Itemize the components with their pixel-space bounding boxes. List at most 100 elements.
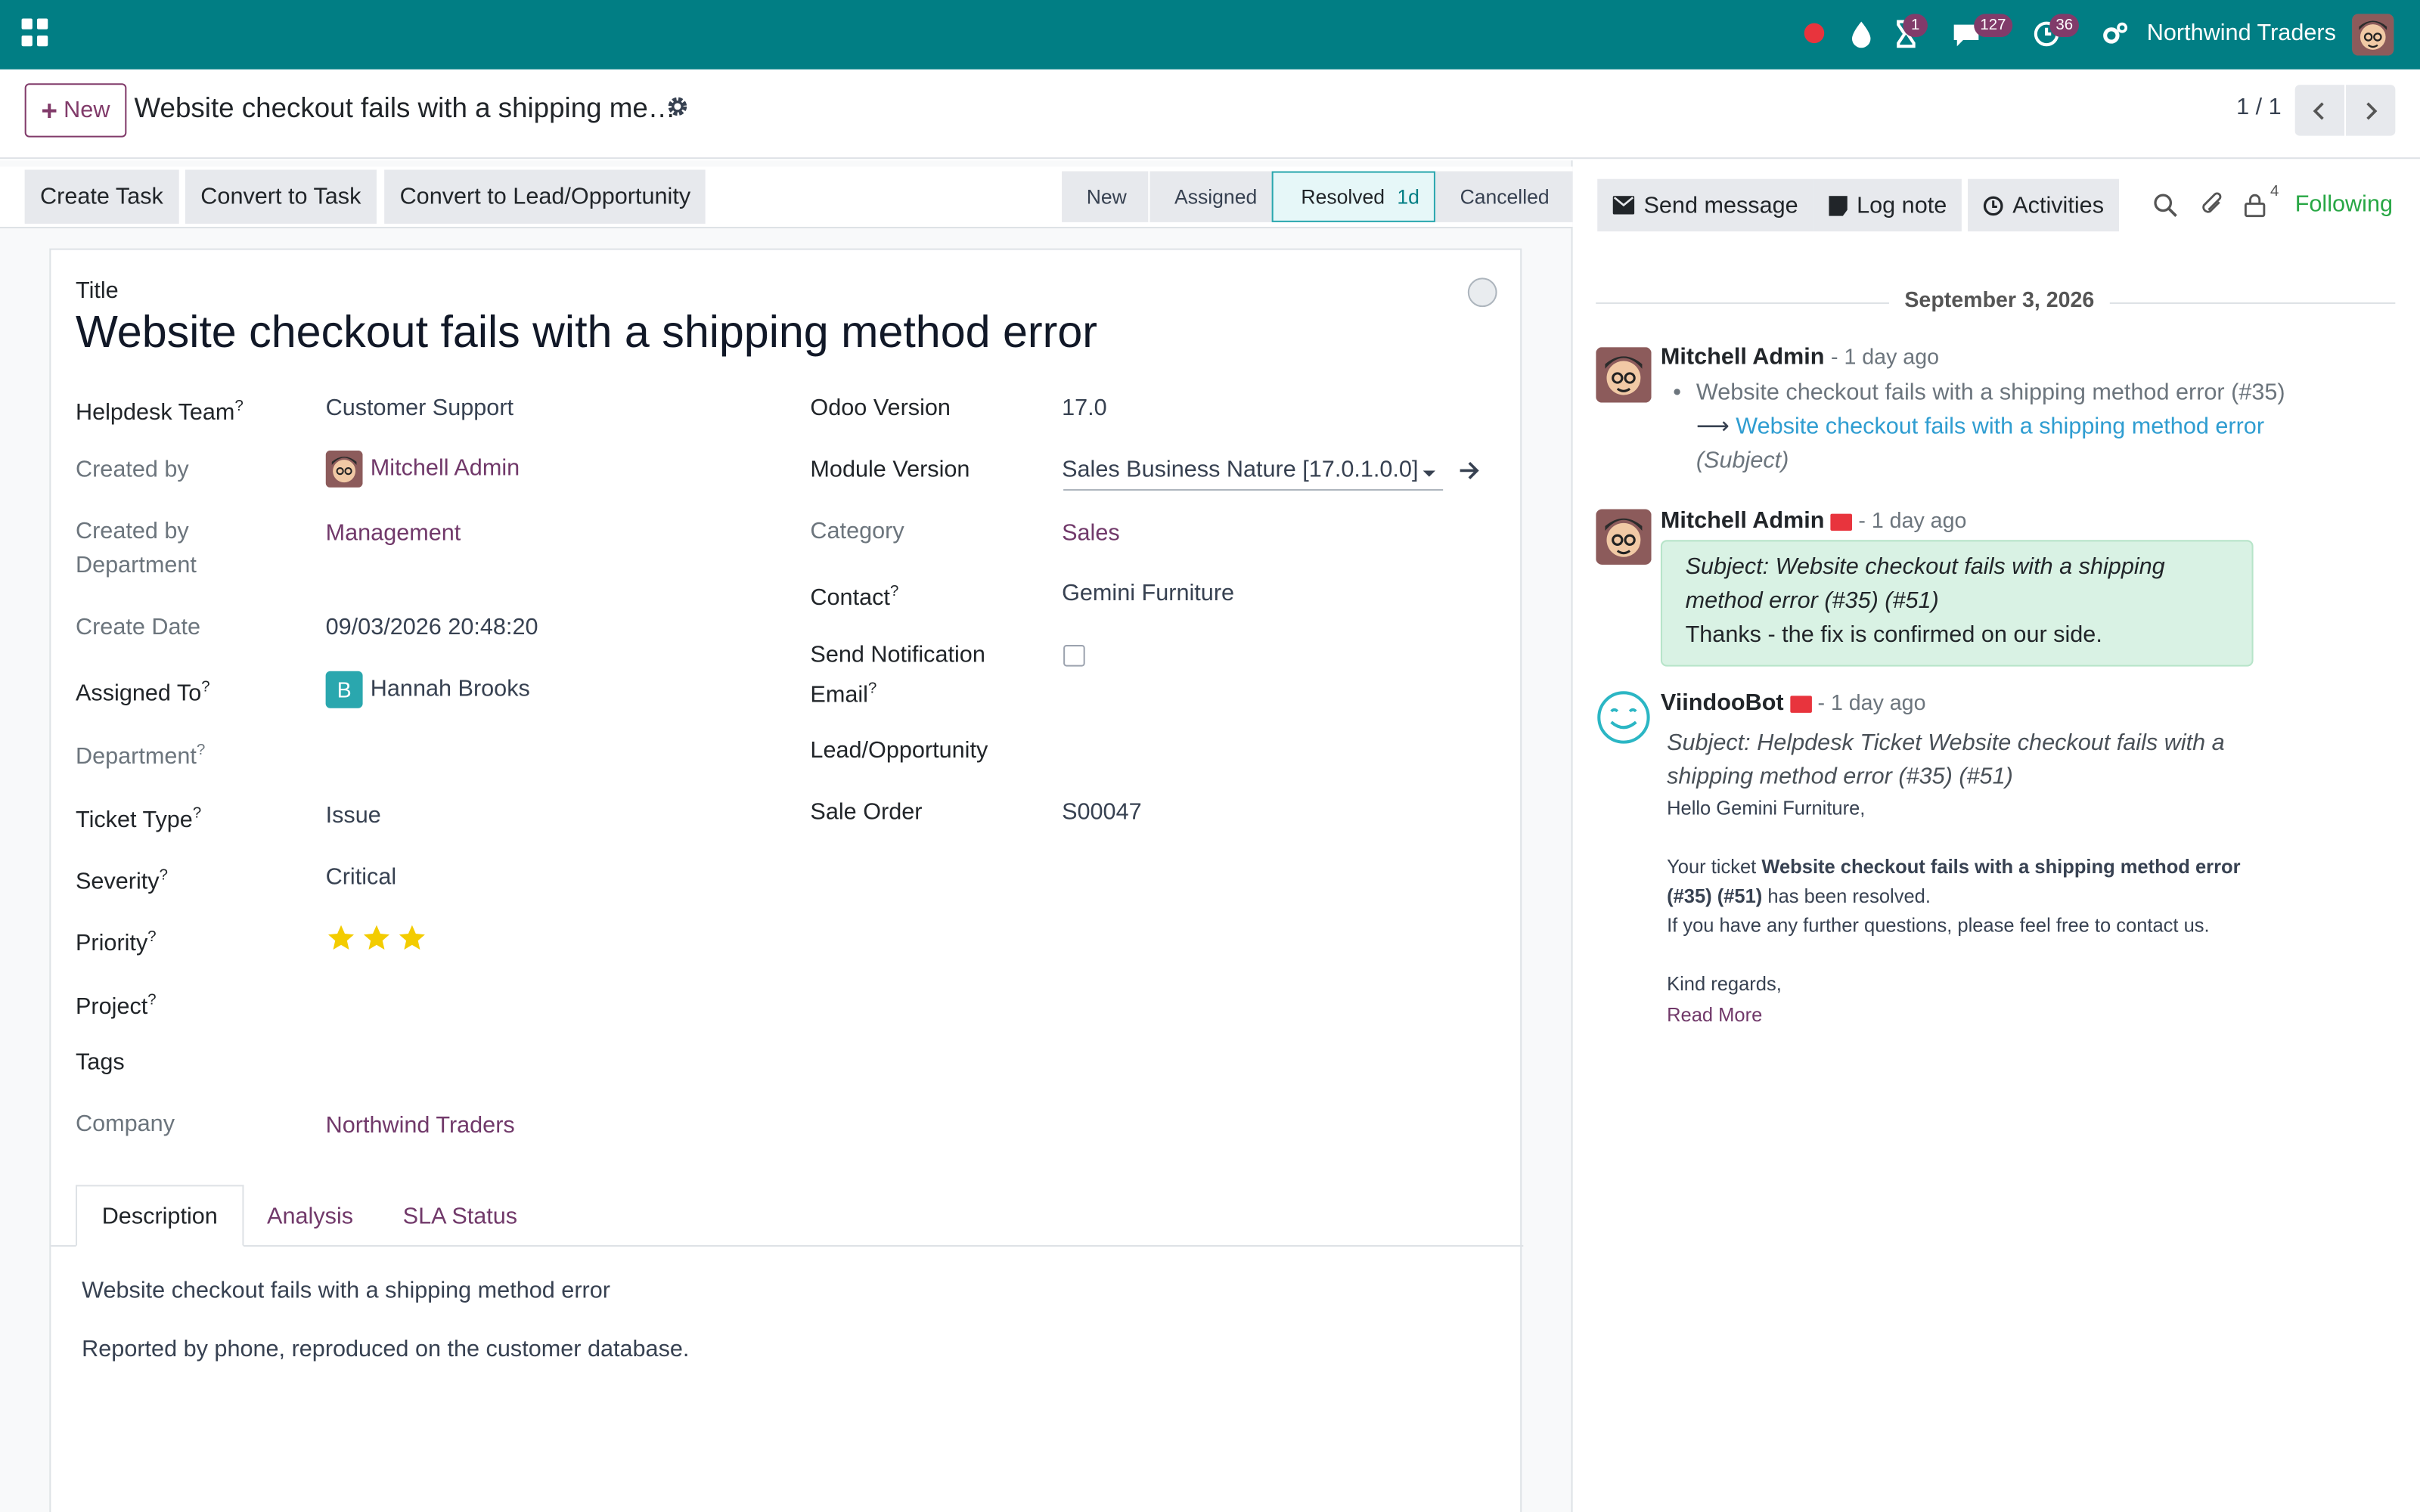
star-icon[interactable] xyxy=(396,922,427,953)
bot-avatar[interactable] xyxy=(1596,689,1651,745)
priority-label-text: Priority xyxy=(76,930,148,957)
internal-link-arrow-icon[interactable] xyxy=(1459,460,1481,482)
project-label: Project? xyxy=(76,984,157,1024)
contact-field[interactable]: Gemini Furniture xyxy=(1062,577,1234,611)
odoo-version-field[interactable]: 17.0 xyxy=(1062,392,1107,426)
module-version-field[interactable]: Sales Business Nature [17.0.1.0.0] xyxy=(1062,454,1418,488)
avatar[interactable] xyxy=(1596,347,1652,403)
activities-badge: 1 xyxy=(1903,14,1928,37)
description-line[interactable]: Reported by phone, reproduced on the cus… xyxy=(82,1336,689,1362)
message-greeting: Hello Gemini Furniture, xyxy=(1667,798,1866,820)
ticket-type-field[interactable]: Issue xyxy=(326,799,381,833)
chevron-right-icon xyxy=(2366,101,2378,119)
message-subject: Subject: Website checkout fails with a s… xyxy=(1685,553,2165,615)
activities-button[interactable]: Activities xyxy=(1968,178,2120,232)
date-separator-label: September 3, 2026 xyxy=(1888,287,2110,312)
company-label: Company xyxy=(76,1111,175,1138)
dropdown-caret-icon[interactable] xyxy=(1422,469,1437,478)
convert-to-lead-button[interactable]: Convert to Lead/Opportunity xyxy=(384,169,706,224)
stage-cancelled[interactable]: Cancelled xyxy=(1435,171,1573,222)
pager-next-button[interactable] xyxy=(2346,85,2396,136)
message-author[interactable]: ViindooBot - 1 day ago xyxy=(1661,689,1926,716)
help-tooltip-icon[interactable]: ? xyxy=(197,742,205,759)
kanban-state-toggle[interactable] xyxy=(1467,277,1497,308)
pager-previous-button[interactable] xyxy=(2294,85,2344,136)
apps-menu-icon[interactable] xyxy=(21,18,50,46)
created-dept-field[interactable]: Management xyxy=(326,517,461,551)
envelope-icon xyxy=(1612,196,1635,215)
user-avatar[interactable] xyxy=(2352,14,2394,56)
tab-sla-status[interactable]: SLA Status xyxy=(378,1185,542,1247)
help-tooltip-icon[interactable]: ? xyxy=(868,680,876,697)
description-line[interactable]: Website checkout fails with a shipping m… xyxy=(82,1278,610,1304)
following-button[interactable]: Following xyxy=(2295,191,2393,218)
recording-indicator-icon[interactable] xyxy=(1804,23,1825,44)
tab-analysis[interactable]: Analysis xyxy=(242,1185,377,1247)
help-tooltip-icon[interactable]: ? xyxy=(193,805,201,822)
created-by-field[interactable]: Mitchell Admin xyxy=(325,450,520,488)
project-label-text: Project xyxy=(76,993,148,1020)
avatar[interactable] xyxy=(1596,509,1652,565)
company-field[interactable]: Northwind Traders xyxy=(326,1109,515,1143)
assigned-to-label-text: Assigned To xyxy=(76,680,202,707)
tab-description[interactable]: Description xyxy=(76,1185,244,1247)
help-tooltip-icon[interactable]: ? xyxy=(201,679,209,696)
paperclip-icon[interactable] xyxy=(2201,191,2226,218)
arrow-right-icon: ⟶ xyxy=(1696,413,1736,440)
message-author[interactable]: Mitchell Admin - 1 day ago xyxy=(1661,507,1966,534)
message-author[interactable]: Mitchell Admin - 1 day ago xyxy=(1661,344,1939,370)
assigned-to-field[interactable]: B Hannah Brooks xyxy=(325,671,530,708)
helpdesk-team-field[interactable]: Customer Support xyxy=(326,392,513,426)
stage-assigned[interactable]: Assigned xyxy=(1148,171,1272,222)
create-date-label: Create Date xyxy=(76,614,201,640)
droplet-icon[interactable] xyxy=(1846,18,1877,49)
created-dept-label-line1: Created by xyxy=(76,518,189,545)
tags-label: Tags xyxy=(76,1049,125,1076)
log-note-button[interactable]: Log note xyxy=(1813,178,1962,232)
settings-gears-icon[interactable] xyxy=(2099,18,2130,49)
pager-value[interactable]: 1 / 1 xyxy=(2236,94,2282,120)
send-notification-label: Send Notification Email? xyxy=(810,639,985,713)
activities-label: Activities xyxy=(2012,192,2105,218)
sale-order-field[interactable]: S00047 xyxy=(1062,796,1142,830)
message-time: - 1 day ago xyxy=(1858,507,1967,533)
new-button[interactable]: + New xyxy=(24,83,127,138)
help-tooltip-icon[interactable]: ? xyxy=(160,867,168,884)
assigned-to-label: Assigned To? xyxy=(76,671,210,711)
message-line: If you have any further questions, pleas… xyxy=(1667,915,2210,937)
help-tooltip-icon[interactable]: ? xyxy=(147,929,156,946)
help-tooltip-icon[interactable]: ? xyxy=(890,583,898,600)
send-message-label: Send message xyxy=(1643,192,1798,218)
help-tooltip-icon[interactable]: ? xyxy=(234,398,243,415)
stage-resolved[interactable]: Resolved 1d xyxy=(1271,171,1435,222)
category-field[interactable]: Sales xyxy=(1062,517,1120,551)
priority-stars[interactable] xyxy=(326,922,428,953)
control-panel: + New Website checkout fails with a shipp… xyxy=(0,69,2420,160)
lock-followers-icon[interactable] xyxy=(2244,193,2266,218)
severity-field[interactable]: Critical xyxy=(326,861,397,895)
gear-icon[interactable] xyxy=(666,94,690,119)
tracking-new-value: Website checkout fails with a shipping m… xyxy=(1736,413,2265,440)
title-field[interactable]: Website checkout fails with a shipping m… xyxy=(76,308,1097,359)
send-message-button[interactable]: Send message xyxy=(1597,178,1814,232)
star-icon[interactable] xyxy=(361,922,392,953)
tracking-change: • Website checkout fails with a shipping… xyxy=(1673,380,2285,474)
created-dept-label-line2: Department xyxy=(76,552,197,579)
sale-order-label: Sale Order xyxy=(810,799,923,826)
assignee-avatar: B xyxy=(325,671,363,708)
search-icon[interactable] xyxy=(2153,193,2178,218)
create-task-button[interactable]: Create Task xyxy=(24,169,179,224)
message-author-name: Mitchell Admin xyxy=(1660,507,1825,534)
stage-new[interactable]: New xyxy=(1062,171,1149,222)
help-tooltip-icon[interactable]: ? xyxy=(147,992,156,1009)
notebook-tabs: Description Analysis SLA Status xyxy=(51,1185,1524,1247)
form-statusbar: Create Task Convert to Task Convert to L… xyxy=(0,166,1573,229)
new-button-label: New xyxy=(64,97,110,124)
send-notification-checkbox[interactable] xyxy=(1063,645,1085,667)
created-by-name: Mitchell Admin xyxy=(370,454,520,482)
company-switcher[interactable]: Northwind Traders xyxy=(2147,20,2336,47)
read-more-link[interactable]: Read More xyxy=(1667,1001,1762,1030)
convert-to-task-button[interactable]: Convert to Task xyxy=(185,169,377,224)
message-author-name: Mitchell Admin xyxy=(1660,344,1825,370)
star-icon[interactable] xyxy=(326,922,357,953)
